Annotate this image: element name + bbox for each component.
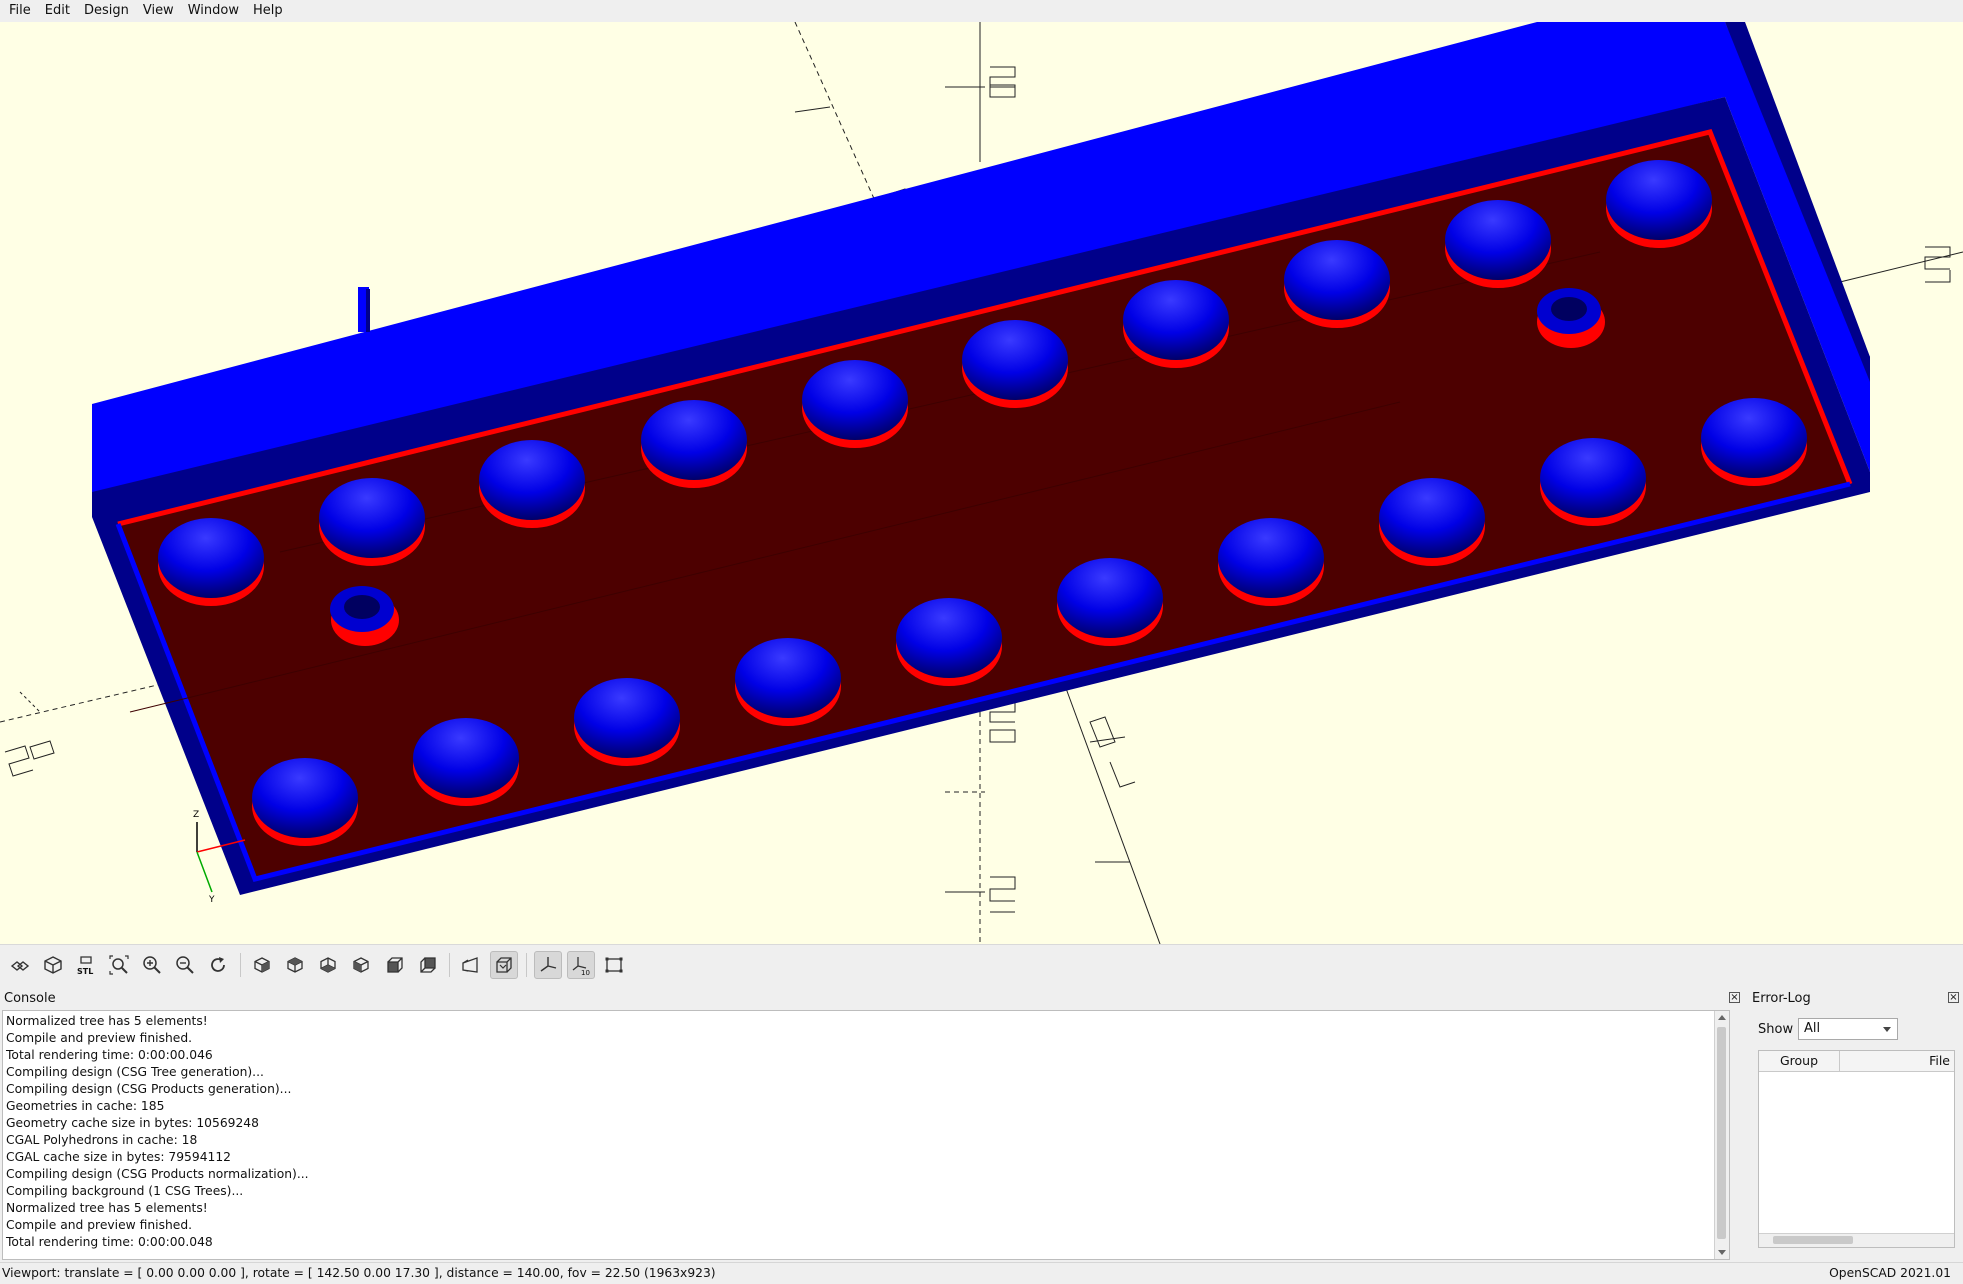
view-left-icon bbox=[353, 956, 369, 973]
perspective-icon bbox=[462, 956, 478, 973]
console-panel: Console × Normalized tree has 5 elements… bbox=[0, 984, 1744, 1262]
viewport-status-text: Viewport: translate = [ 0.00 0.00 0.00 ]… bbox=[2, 1266, 716, 1280]
model-render[interactable]: Z Y bbox=[0, 22, 1963, 944]
view-front-button[interactable] bbox=[380, 951, 408, 979]
show-filter-label: Show bbox=[1758, 1022, 1794, 1037]
version-label: OpenSCAD 2021.01 bbox=[1829, 1266, 1951, 1280]
error-log-header: Group File bbox=[1759, 1051, 1954, 1072]
error-log-close-icon[interactable]: × bbox=[1948, 992, 1959, 1003]
view-toolbar: STL 10 bbox=[0, 944, 1963, 984]
stl-icon: STL bbox=[77, 955, 93, 976]
console-close-icon[interactable]: × bbox=[1729, 992, 1740, 1003]
toolbar-separator bbox=[449, 952, 450, 977]
render-button[interactable] bbox=[39, 951, 67, 979]
view-right-icon bbox=[254, 956, 270, 973]
show-axes-button[interactable] bbox=[534, 950, 562, 979]
show-scale-button[interactable]: 10 bbox=[567, 950, 595, 979]
orthogonal-icon bbox=[496, 956, 512, 973]
edges-icon bbox=[605, 957, 623, 972]
console-line: Normalized tree has 5 elements! bbox=[6, 1014, 208, 1028]
show-filter-value: All bbox=[1804, 1021, 1821, 1036]
reset-view-button[interactable] bbox=[204, 951, 232, 979]
show-edges-button[interactable] bbox=[600, 951, 628, 979]
console-line: Compiling design (CSG Products generatio… bbox=[6, 1082, 292, 1096]
zoom-out-icon bbox=[176, 955, 194, 974]
hscroll-thumb[interactable] bbox=[1773, 1236, 1853, 1244]
menu-edit[interactable]: Edit bbox=[38, 0, 77, 22]
console-line: Total rendering time: 0:00:00.048 bbox=[6, 1235, 213, 1249]
menu-file[interactable]: File bbox=[0, 0, 38, 22]
console-line: Compiling design (CSG Products normaliza… bbox=[6, 1167, 309, 1181]
error-log-hscrollbar[interactable] bbox=[1759, 1233, 1954, 1247]
axis-z-label: Z bbox=[193, 810, 199, 820]
console-output[interactable]: Normalized tree has 5 elements! Compile a… bbox=[2, 1010, 1730, 1260]
console-line: CGAL Polyhedrons in cache: 18 bbox=[6, 1133, 198, 1147]
console-line: Geometry cache size in bytes: 10569248 bbox=[6, 1116, 259, 1130]
zoom-in-button[interactable] bbox=[138, 951, 166, 979]
zoom-out-button[interactable] bbox=[171, 951, 199, 979]
scroll-thumb[interactable] bbox=[1717, 1027, 1726, 1239]
view-bottom-icon bbox=[320, 956, 336, 973]
3d-viewport[interactable]: Z Y bbox=[0, 22, 1963, 944]
menu-bar: File Edit Design View Window Help bbox=[0, 0, 1963, 22]
console-line: Normalized tree has 5 elements! bbox=[6, 1201, 208, 1215]
axes-icon bbox=[540, 956, 557, 972]
error-log-table[interactable]: Group File bbox=[1758, 1050, 1955, 1248]
menu-help[interactable]: Help bbox=[246, 0, 290, 22]
view-back-icon bbox=[420, 956, 436, 973]
column-group[interactable]: Group bbox=[1759, 1051, 1840, 1071]
console-line: Total rendering time: 0:00:00.046 bbox=[6, 1048, 213, 1062]
toolbar-separator bbox=[526, 952, 527, 977]
console-line: Compiling design (CSG Tree generation)..… bbox=[6, 1065, 264, 1079]
console-line: Compile and preview finished. bbox=[6, 1031, 193, 1045]
console-line: Compile and preview finished. bbox=[6, 1218, 193, 1232]
chevron-down-icon bbox=[1883, 1027, 1891, 1032]
view-all-button[interactable] bbox=[105, 951, 133, 979]
axis-y-label: Y bbox=[208, 895, 215, 905]
orthogonal-button[interactable] bbox=[490, 950, 518, 979]
scale-markers-icon: 10 bbox=[572, 956, 590, 976]
show-filter-select[interactable]: All bbox=[1798, 1018, 1898, 1040]
view-all-icon bbox=[109, 954, 129, 975]
console-line: CGAL cache size in bytes: 79594112 bbox=[6, 1150, 232, 1164]
view-back-button[interactable] bbox=[413, 951, 441, 979]
scroll-down-icon[interactable] bbox=[1718, 1250, 1726, 1255]
svg-text:10: 10 bbox=[581, 969, 590, 976]
menu-window[interactable]: Window bbox=[181, 0, 246, 22]
error-log-title: Error-Log bbox=[1752, 991, 1811, 1006]
view-front-icon bbox=[387, 956, 403, 973]
view-left-button[interactable] bbox=[347, 951, 375, 979]
console-title: Console bbox=[4, 991, 56, 1006]
console-line: Compiling background (1 CSG Trees)... bbox=[6, 1184, 244, 1198]
menu-design[interactable]: Design bbox=[77, 0, 136, 22]
view-top-icon bbox=[287, 956, 303, 973]
menu-view[interactable]: View bbox=[136, 0, 181, 22]
preview-button[interactable] bbox=[6, 951, 34, 979]
export-stl-button[interactable]: STL bbox=[72, 951, 100, 979]
toolbar-separator bbox=[240, 952, 241, 977]
reset-view-icon bbox=[211, 956, 225, 972]
render-cube-icon bbox=[44, 955, 62, 974]
console-scrollbar[interactable] bbox=[1714, 1011, 1729, 1259]
view-right-button[interactable] bbox=[248, 951, 276, 979]
console-line: Geometries in cache: 185 bbox=[6, 1099, 165, 1113]
error-log-panel: Error-Log × Show All Group File bbox=[1748, 984, 1963, 1262]
preview-icon bbox=[10, 960, 30, 971]
svg-text:STL: STL bbox=[77, 967, 93, 976]
scroll-up-icon[interactable] bbox=[1718, 1015, 1726, 1020]
view-bottom-button[interactable] bbox=[314, 951, 342, 979]
perspective-button[interactable] bbox=[457, 951, 485, 979]
column-file[interactable]: File bbox=[1929, 1051, 1950, 1071]
view-top-button[interactable] bbox=[281, 951, 309, 979]
status-bar: Viewport: translate = [ 0.00 0.00 0.00 ]… bbox=[0, 1262, 1963, 1284]
zoom-in-icon bbox=[143, 955, 161, 974]
